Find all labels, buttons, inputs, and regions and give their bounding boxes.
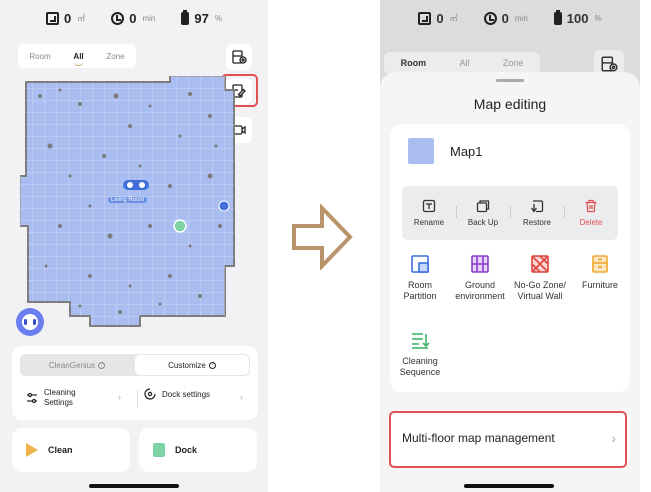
customize-tab[interactable]: Customize? — [135, 355, 249, 375]
battery-stat: 100% — [553, 8, 602, 28]
chevron-right-icon: › — [118, 392, 121, 402]
status-bar: 0 ㎡ 0 min 100% — [380, 8, 640, 28]
cleaned-area-stat: 0 ㎡ — [46, 8, 85, 28]
battery-icon — [553, 9, 562, 25]
map-view-icon — [232, 50, 247, 64]
cleaning-settings-row[interactable]: Cleaning Settings — [26, 388, 76, 407]
cleaning-sequence-icon — [412, 333, 430, 349]
furniture-icon — [592, 255, 608, 273]
sliders-icon — [27, 392, 37, 403]
map-action-bar: Rename Back Up Restore Delete — [402, 186, 618, 240]
clock-icon — [111, 11, 125, 25]
battery-stat: 97% — [181, 8, 222, 28]
ground-environment-icon — [471, 255, 489, 273]
play-icon — [26, 443, 38, 457]
battery-icon — [181, 9, 190, 25]
room-partition-tool[interactable]: Room Partition — [390, 254, 450, 303]
multi-floor-highlight — [389, 411, 627, 468]
help-icon: ? — [208, 361, 216, 369]
map-canvas — [19, 75, 235, 327]
trash-icon — [585, 199, 597, 213]
area-icon — [46, 11, 60, 25]
sheet-title: Map editing — [473, 96, 547, 112]
cleangenius-tab[interactable]: CleanGenius? — [20, 354, 134, 376]
dock-icon — [153, 443, 165, 457]
mode-segmented-control: CleanGenius? Customize? — [20, 354, 250, 376]
delete-button[interactable]: Delete — [564, 186, 618, 240]
cleaned-area-stat: 0 ㎡ — [418, 8, 458, 28]
control-panel: CleanGenius? Customize? Cleaning Settings… — [12, 346, 258, 420]
map-view-icon — [601, 56, 618, 72]
mode-tabs-dimmed: Room All Zone — [384, 52, 540, 74]
backup-icon — [476, 200, 490, 213]
home-indicator — [464, 484, 554, 488]
room-partition-icon — [411, 255, 429, 273]
cleaning-time-stat: 0 min — [483, 8, 528, 28]
robot-assistant-button[interactable] — [16, 308, 44, 336]
no-go-zone-icon — [531, 255, 549, 273]
robot-face-icon — [24, 319, 36, 325]
tab-zone[interactable]: Zone — [503, 58, 524, 68]
cleaning-sequence-tool[interactable]: Cleaning Sequence — [390, 330, 450, 379]
clean-button[interactable]: Clean — [12, 428, 130, 472]
rename-icon — [422, 199, 436, 213]
map-thumbnail — [408, 138, 434, 164]
ground-environment-tool[interactable]: Ground environment — [450, 254, 510, 303]
cleaning-time-stat: 0 min — [111, 8, 155, 28]
right-arrow-icon — [292, 204, 353, 270]
mode-tabs: Room All Zone — [18, 44, 136, 68]
map-view-button[interactable] — [226, 44, 252, 70]
room-label: Living Room — [108, 197, 148, 203]
status-bar: 0 ㎡ 0 min 97% — [0, 8, 268, 28]
map-name: Map1 — [450, 144, 483, 159]
chevron-right-icon: › — [240, 392, 243, 402]
cleaning-map[interactable] — [19, 75, 248, 338]
tab-all[interactable]: All — [459, 58, 469, 68]
backup-button[interactable]: Back Up — [456, 186, 510, 240]
comparison-stage: 0 ㎡ 0 min 97% Room All Zone Living Room … — [0, 0, 651, 492]
clock-icon — [483, 11, 497, 25]
tab-room[interactable]: Room — [29, 52, 50, 61]
rename-button[interactable]: Rename — [402, 186, 456, 240]
left-phone-screen: 0 ㎡ 0 min 97% Room All Zone Living Room … — [0, 0, 268, 492]
tab-room[interactable]: Room — [401, 58, 427, 68]
restore-icon — [530, 200, 544, 213]
dock-button[interactable]: Dock — [139, 428, 257, 472]
home-indicator — [89, 484, 179, 488]
tab-all[interactable]: All — [73, 52, 84, 66]
dock-gear-icon — [144, 388, 156, 400]
tab-zone[interactable]: Zone — [106, 52, 124, 61]
furniture-tool[interactable]: Furniture — [570, 254, 630, 291]
map-card: Map1 Rename Back Up Restore Delete Room … — [390, 124, 630, 392]
help-icon: ? — [98, 361, 106, 369]
dock-settings-row[interactable]: Dock settings — [144, 388, 210, 400]
no-go-zone-tool[interactable]: No-Go Zone/ Virtual Wall — [510, 254, 570, 303]
area-icon — [418, 11, 432, 25]
restore-button[interactable]: Restore — [510, 186, 564, 240]
sheet-grabber[interactable] — [496, 79, 524, 82]
